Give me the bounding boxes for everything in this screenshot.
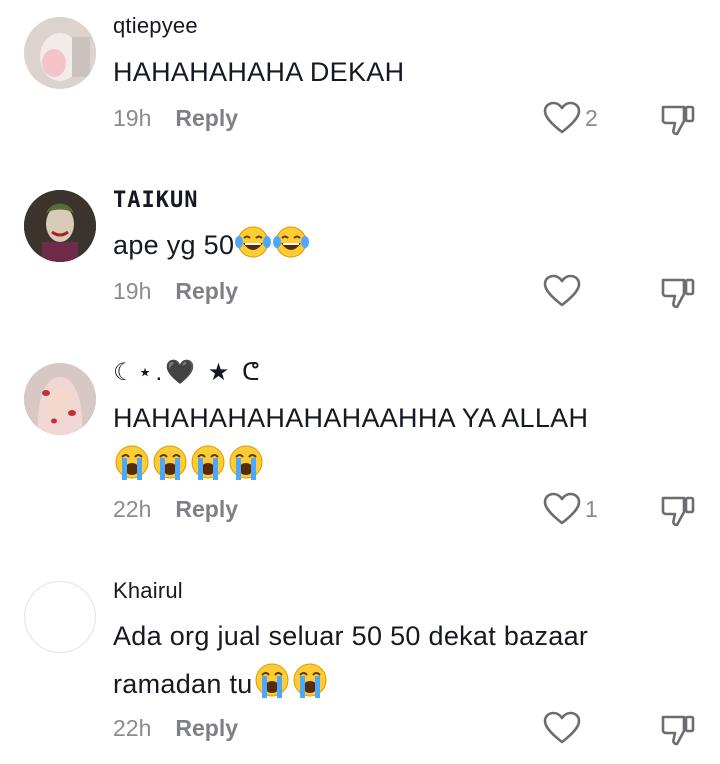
loudly-crying-emoji-icon: [227, 443, 265, 496]
comment-time: 19h: [113, 105, 152, 131]
comment-text: HAHAHAHAHA DEKAH: [113, 48, 673, 96]
loudly-crying-emoji-icon: [113, 443, 151, 496]
comment-text-content: HAHAHAHAHAHAHAAHHA YA ALLAH: [113, 403, 589, 433]
comment-text-content: HAHAHAHAHA DEKAH: [113, 57, 405, 87]
like-count: 2: [585, 104, 598, 131]
comment-username[interactable]: qtiepyee: [113, 13, 198, 39]
dislike-button[interactable]: [660, 274, 696, 315]
avatar[interactable]: [24, 581, 96, 653]
loudly-crying-emoji-icon: [253, 661, 291, 714]
comment-time: 19h: [113, 278, 152, 304]
comment-text: HAHAHAHAHAHAHAAHHA YA ALLAH: [113, 394, 693, 496]
hijab-avatar-icon: [24, 363, 96, 435]
comment-meta: 19h Reply: [113, 278, 238, 305]
heart-icon: [543, 101, 581, 134]
comment-time: 22h: [113, 715, 152, 741]
like-button[interactable]: 1: [543, 492, 598, 526]
reply-button[interactable]: Reply: [175, 105, 238, 131]
photo-avatar-icon: [24, 17, 96, 89]
heart-icon: [543, 711, 581, 744]
thumbs-down-icon: [661, 496, 695, 527]
avatar[interactable]: [24, 190, 96, 262]
comment-text: ape yg 50: [113, 221, 673, 275]
heart-icon: [543, 492, 581, 525]
thumbs-down-icon: [661, 105, 695, 136]
reply-button[interactable]: Reply: [175, 715, 238, 741]
like-count: 1: [585, 495, 598, 522]
like-button[interactable]: [543, 274, 585, 308]
comment-text-content: ape yg 50: [113, 230, 235, 260]
comment-username[interactable]: TAIKUN: [113, 188, 198, 213]
thumbs-down-icon: [661, 278, 695, 309]
tears-of-joy-emoji-icon: [272, 224, 310, 275]
loudly-crying-emoji-icon: [189, 443, 227, 496]
comment-username[interactable]: Khairul: [113, 578, 183, 604]
comment-time: 22h: [113, 496, 152, 522]
joker-avatar-icon: [24, 190, 96, 262]
like-button[interactable]: 2: [543, 101, 598, 135]
comment-meta: 22h Reply: [113, 715, 238, 742]
thumbs-down-icon: [661, 715, 695, 746]
dislike-button[interactable]: [660, 101, 696, 142]
comment-meta: 19h Reply: [113, 105, 238, 132]
comment-text: Ada org jual seluar 50 50 dekat bazaar r…: [113, 612, 693, 714]
loudly-crying-emoji-icon: [291, 661, 329, 714]
avatar[interactable]: [24, 363, 96, 435]
dislike-button[interactable]: [660, 492, 696, 533]
dislike-button[interactable]: [660, 711, 696, 752]
reply-button[interactable]: Reply: [175, 496, 238, 522]
like-button[interactable]: [543, 711, 585, 745]
heart-icon: [543, 274, 581, 307]
comment-text-content: Ada org jual seluar 50 50 dekat bazaar r…: [113, 621, 589, 699]
tears-of-joy-emoji-icon: [234, 224, 272, 275]
avatar[interactable]: [24, 17, 96, 89]
loudly-crying-emoji-icon: [151, 443, 189, 496]
comment-meta: 22h Reply: [113, 496, 238, 523]
reply-button[interactable]: Reply: [175, 278, 238, 304]
comment-username[interactable]: ☾⋆.🖤 ★ ᕦ: [113, 358, 262, 387]
